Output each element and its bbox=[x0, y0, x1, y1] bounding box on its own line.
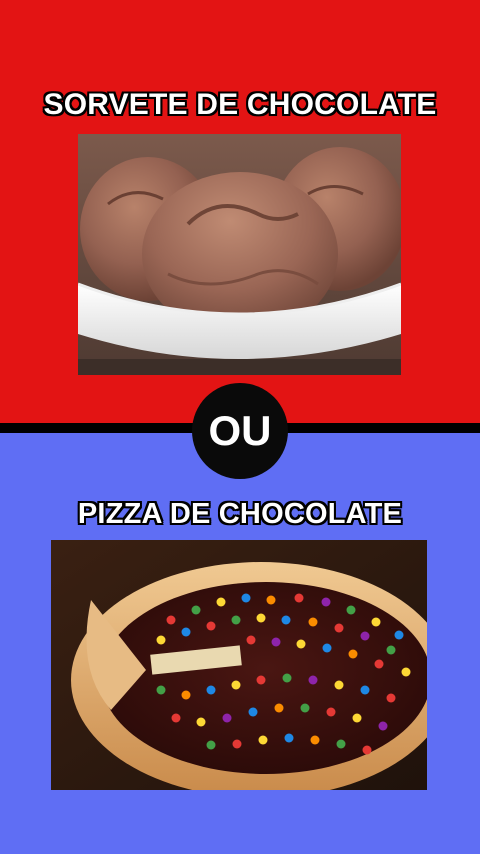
or-separator-badge: OU bbox=[192, 383, 288, 479]
option-top-panel[interactable]: SORVETE DE CHOCOLATE bbox=[0, 0, 480, 427]
option-bottom-title: PIZZA DE CHOCOLATE bbox=[77, 498, 403, 530]
or-label: OU bbox=[208, 407, 272, 454]
option-top-title: SORVETE DE CHOCOLATE bbox=[43, 88, 437, 121]
chocolate-pizza-image bbox=[51, 540, 427, 790]
poll-screen: SORVETE DE CHOCOLATE PIZZA DE CHOCOLATE … bbox=[0, 0, 480, 854]
ice-cream-image bbox=[78, 134, 401, 375]
